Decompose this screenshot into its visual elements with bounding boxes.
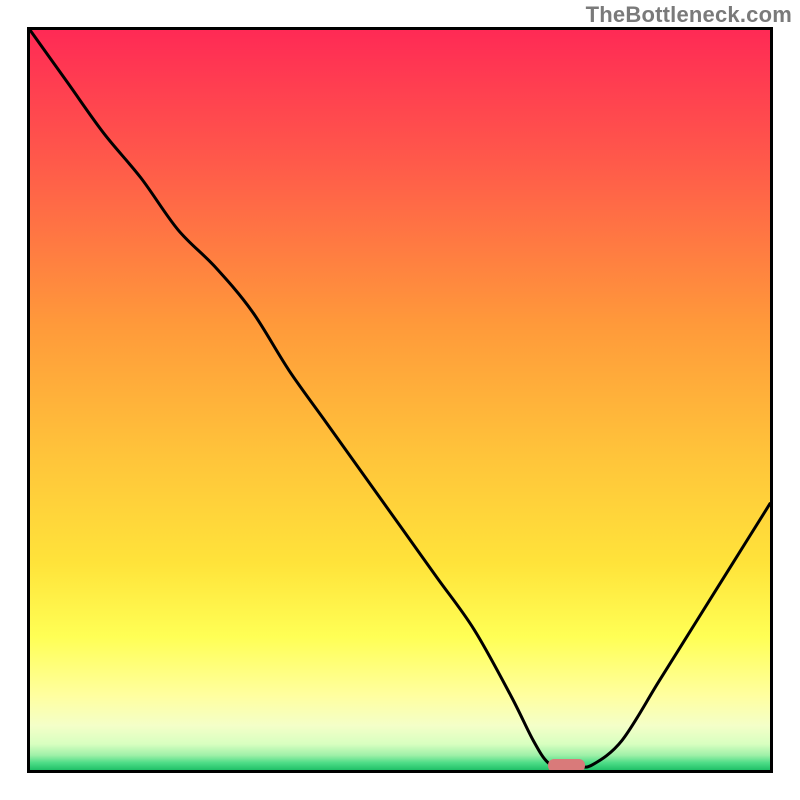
gradient-background xyxy=(30,30,770,770)
bottleneck-plot xyxy=(30,30,770,770)
chart-frame: TheBottleneck.com xyxy=(0,0,800,800)
optimum-marker xyxy=(548,759,585,770)
watermark-text: TheBottleneck.com xyxy=(586,2,792,28)
